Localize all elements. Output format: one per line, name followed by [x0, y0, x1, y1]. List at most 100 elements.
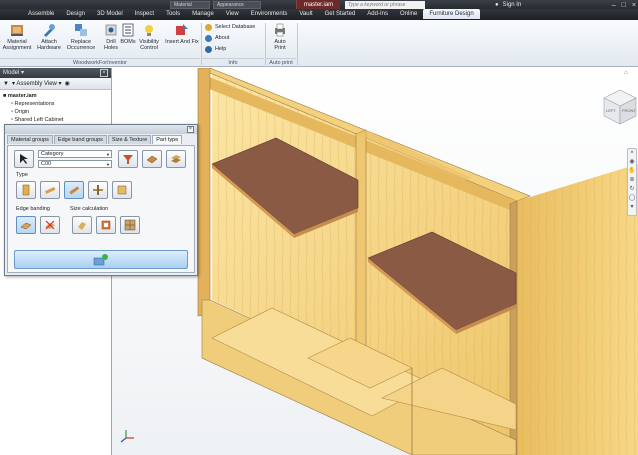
- category-select[interactable]: Category ▼: [38, 150, 112, 158]
- steering-wheel-icon[interactable]: ◉: [628, 158, 636, 167]
- tab-part-type[interactable]: Part type: [152, 135, 183, 144]
- minimize-icon[interactable]: –: [612, 2, 616, 9]
- group-label-info: Info: [202, 58, 264, 66]
- browser-tree: ■ master.iam ▫ Representations ▫ Origin …: [0, 90, 111, 126]
- type-button-1[interactable]: [16, 181, 36, 199]
- info-icon: [205, 34, 212, 42]
- help-button[interactable]: Help: [205, 44, 226, 54]
- tree-item-root[interactable]: ■ master.iam: [3, 92, 108, 100]
- code-select[interactable]: C00 ▼: [38, 160, 112, 168]
- run-button[interactable]: [14, 250, 188, 269]
- tab-manage[interactable]: Manage: [186, 9, 220, 19]
- type-button-4[interactable]: [88, 181, 108, 199]
- remove-edge-band-button[interactable]: [40, 216, 60, 234]
- filter-button[interactable]: [118, 150, 138, 168]
- material-assignment-button[interactable]: Material Assignment: [0, 23, 34, 51]
- tab-assemble[interactable]: Assemble: [22, 9, 60, 19]
- database-icon: [205, 23, 212, 31]
- code-select-value: C00: [41, 161, 52, 167]
- auto-print-button[interactable]: Auto Print: [267, 23, 293, 51]
- tree-item[interactable]: ▫ Representations: [3, 100, 108, 108]
- tree-item-label: Shared Left Cabinet: [14, 117, 64, 123]
- pan-icon[interactable]: ✋: [628, 167, 636, 176]
- edge-band-button[interactable]: [16, 216, 36, 234]
- tab-view[interactable]: View: [220, 9, 245, 19]
- part-type-dialog: × Material groups Edge band groups Size …: [4, 124, 198, 276]
- tab-get-started[interactable]: Get Started: [319, 9, 362, 19]
- size-calc-button-3[interactable]: [120, 216, 140, 234]
- dialog-close-icon[interactable]: ×: [187, 126, 194, 133]
- hardware-icon: [42, 23, 56, 37]
- type-button-3[interactable]: [64, 181, 84, 199]
- tab-vault[interactable]: Vault: [293, 9, 318, 19]
- replace-icon: [74, 23, 88, 37]
- type-button-2[interactable]: [40, 181, 60, 199]
- select-part-button[interactable]: [14, 150, 34, 168]
- insert-and-fix-button[interactable]: Insert And Fix: [164, 23, 200, 45]
- attach-hardware-button[interactable]: Attach Hardware: [32, 23, 66, 51]
- zoom-icon[interactable]: ⊕: [628, 176, 636, 185]
- navbar-menu-icon[interactable]: ▾: [628, 203, 636, 212]
- lightbulb-icon: [142, 23, 156, 37]
- visibility-control-button[interactable]: Visibility Control: [132, 23, 166, 51]
- orbit-icon[interactable]: ↻: [628, 185, 636, 194]
- material-dropdown[interactable]: Material: [170, 1, 210, 9]
- home-icon[interactable]: ⌂: [624, 70, 628, 76]
- insert-and-fix-label: Insert And Fix: [165, 39, 199, 45]
- search-input[interactable]: Type a keyword or phrase: [345, 1, 425, 9]
- tab-inspect[interactable]: Inspect: [129, 9, 160, 19]
- select-database-button[interactable]: Select Database: [205, 22, 255, 32]
- type-button-5[interactable]: [112, 181, 132, 199]
- tree-item[interactable]: ▫ Origin: [3, 108, 108, 116]
- category-select-value: Category: [41, 151, 64, 157]
- tab-edge-band-groups[interactable]: Edge band groups: [53, 135, 107, 144]
- tab-material-groups[interactable]: Material groups: [7, 135, 53, 144]
- tab-environments[interactable]: Environments: [245, 9, 294, 19]
- visibility-control-label2: Control: [140, 45, 158, 51]
- about-button[interactable]: About: [205, 33, 229, 43]
- size-calc-button-2[interactable]: [96, 216, 116, 234]
- help-icon: [205, 45, 212, 53]
- chevron-down-icon: ▼: [106, 162, 110, 167]
- viewcube[interactable]: LEFT FRONT: [602, 88, 638, 128]
- view-selector[interactable]: ▾ Assembly View ▾: [12, 80, 62, 87]
- ribbon-panel: Material Assignment Attach Hardware Repl…: [0, 20, 638, 67]
- measure-icon: [78, 222, 86, 230]
- apply-part-button[interactable]: [142, 150, 162, 168]
- dialog-title-bar[interactable]: ×: [5, 125, 197, 134]
- bracket-icon: [117, 185, 127, 195]
- tab-size-texture[interactable]: Size & Texture: [107, 135, 152, 144]
- tab-add-ins[interactable]: Add-Ins: [361, 9, 394, 19]
- view-selector-label: Assembly View: [16, 81, 57, 87]
- tab-online[interactable]: Online: [394, 9, 423, 19]
- look-at-icon[interactable]: ◯: [628, 194, 636, 203]
- navbar-close-icon[interactable]: ×: [628, 149, 636, 158]
- tab-3d-model[interactable]: 3D Model: [91, 9, 129, 19]
- restore-icon[interactable]: □: [622, 2, 626, 9]
- printer-icon: [273, 23, 287, 37]
- browser-close-icon[interactable]: ×: [100, 69, 108, 77]
- binoculars-icon[interactable]: ◉: [65, 80, 70, 87]
- drill-holes-label2: Holes: [103, 45, 119, 51]
- replace-occurrence-label2: Occurrence: [66, 45, 96, 51]
- frame-icon: [101, 220, 111, 230]
- ribbon-separator: [297, 23, 298, 65]
- section-edge-label: Edge banding: [16, 206, 50, 212]
- size-calc-button-1[interactable]: [72, 216, 92, 234]
- tab-furniture-design[interactable]: Furniture Design: [423, 9, 480, 19]
- browser-toolbar: ▼ ▾ Assembly View ▾ ◉: [0, 78, 111, 90]
- stack-part-button[interactable]: [166, 150, 186, 168]
- tab-design[interactable]: Design: [60, 9, 91, 19]
- close-icon[interactable]: ×: [632, 2, 636, 9]
- panel-icon: [22, 184, 30, 196]
- filter-icon[interactable]: ▼: [3, 81, 9, 87]
- replace-occurrence-button[interactable]: Replace Occurrence: [64, 23, 98, 51]
- tab-tools[interactable]: Tools: [160, 9, 186, 19]
- appearance-dropdown[interactable]: Appearance: [213, 1, 261, 9]
- tree-item-label: Representations: [14, 101, 55, 107]
- rail-icon: [69, 186, 80, 195]
- group-label-autoprint: Auto print: [266, 58, 296, 66]
- board-icon: [146, 155, 158, 164]
- browser-dropdown-icon[interactable]: ▾: [21, 70, 24, 76]
- tree-item[interactable]: ▫ Shared Left Cabinet: [3, 116, 108, 124]
